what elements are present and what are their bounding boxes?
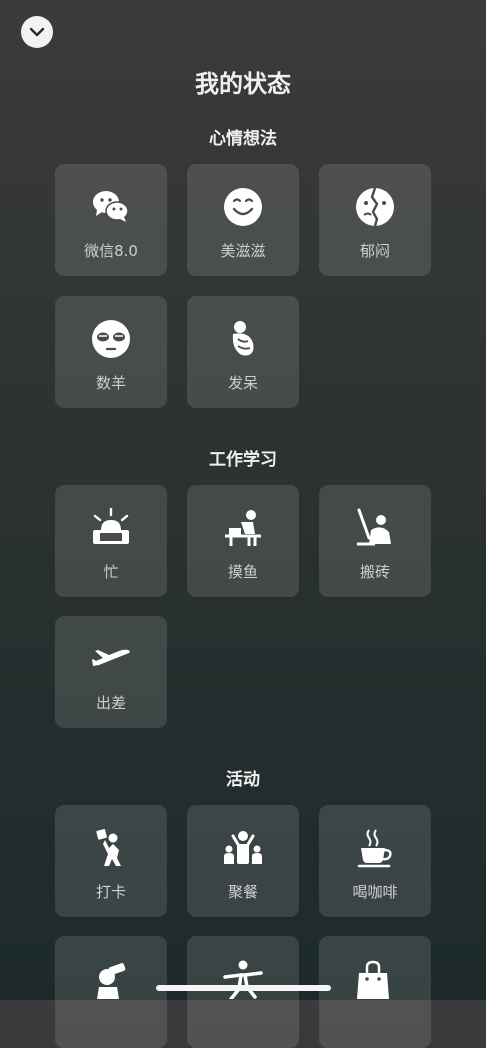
status-tile-happy[interactable]: 美滋滋 — [187, 164, 299, 276]
daze-figure-icon — [232, 321, 254, 356]
drinking-figure-icon — [97, 963, 126, 999]
section-title-activity: 活动 — [226, 770, 260, 790]
chevron-down-icon — [29, 27, 45, 37]
airplane-icon — [92, 649, 130, 666]
status-tile-counting-sheep[interactable]: 数羊 — [55, 296, 167, 408]
tile-label: 数羊 — [95, 374, 126, 392]
tile-label: 忙 — [103, 563, 119, 581]
tile-label: 搬砖 — [359, 563, 390, 581]
page-title: 我的状态 — [195, 70, 291, 98]
status-tile-busy[interactable]: 忙 — [55, 485, 167, 597]
tile-label: 微信8.0 — [84, 242, 138, 260]
home-indicator[interactable] — [156, 985, 331, 991]
alarm-siren-icon — [93, 508, 129, 544]
status-tile-exercise[interactable] — [187, 936, 299, 1048]
tile-label: 摸鱼 — [227, 563, 258, 581]
worker-icon — [357, 508, 391, 546]
tile-label: 聚餐 — [227, 883, 258, 901]
depressed-icon — [356, 187, 394, 227]
tile-label: 发呆 — [227, 374, 258, 392]
tile-label: 喝咖啡 — [352, 883, 398, 901]
sleepy-face-icon — [92, 320, 130, 358]
status-tile-drinking[interactable] — [55, 936, 167, 1048]
section-title-work: 工作学习 — [209, 450, 277, 470]
gathering-icon — [224, 831, 262, 864]
status-tile-slacking[interactable]: 摸鱼 — [187, 485, 299, 597]
status-tile-wechat[interactable]: 微信8.0 — [55, 164, 167, 276]
exercise-figure-icon — [223, 960, 263, 999]
status-tile-depressed[interactable]: 郁闷 — [319, 164, 431, 276]
section-title-mood: 心情想法 — [209, 129, 277, 149]
status-tile-check-in[interactable]: 打卡 — [55, 805, 167, 917]
tile-label: 出差 — [95, 694, 126, 712]
desk-slacking-icon — [225, 510, 261, 546]
status-tile-coffee[interactable]: 喝咖啡 — [319, 805, 431, 917]
tile-label: 郁闷 — [359, 242, 390, 260]
tile-label: 美滋滋 — [220, 242, 266, 260]
tile-label: 打卡 — [95, 883, 126, 901]
status-tile-business-trip[interactable]: 出差 — [55, 616, 167, 728]
wechat-icon — [93, 191, 129, 222]
check-in-figure-icon — [96, 829, 121, 866]
status-tile-shopping[interactable] — [319, 936, 431, 1048]
shopping-bag-icon — [357, 960, 389, 999]
status-tile-gathering[interactable]: 聚餐 — [187, 805, 299, 917]
status-tile-grinding[interactable]: 搬砖 — [319, 485, 431, 597]
status-tile-daze[interactable]: 发呆 — [187, 296, 299, 408]
collapse-button[interactable] — [21, 16, 53, 48]
smile-icon — [224, 188, 262, 226]
coffee-cup-icon — [357, 829, 392, 868]
